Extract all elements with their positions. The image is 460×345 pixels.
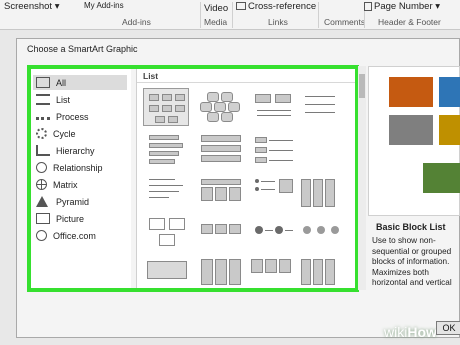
preview-block-orange: [389, 77, 433, 107]
watermark-text: wikiHow: [384, 324, 437, 340]
preview-block-gray: [389, 115, 433, 145]
dialog-title: Choose a SmartArt Graphic: [27, 44, 138, 54]
header-footer-group-label: Header & Footer: [378, 17, 441, 27]
preview-panel: [368, 66, 460, 216]
links-group-label: Links: [268, 17, 288, 27]
cross-reference-button[interactable]: Cross-reference: [236, 1, 316, 12]
cross-reference-icon: [236, 2, 246, 11]
ribbon-separator: [200, 2, 201, 28]
scrollbar-thumb[interactable]: [359, 74, 365, 98]
comments-group-label: Comments: [324, 17, 366, 27]
media-group-label: Media: [204, 17, 228, 27]
ribbon-separator: [232, 2, 233, 28]
ribbon-separator: [318, 2, 319, 28]
preview-title: Basic Block List: [376, 222, 446, 232]
highlight-frame: [27, 65, 359, 292]
preview-description: Use to show non-sequential or grouped bl…: [372, 236, 452, 287]
my-addins-button[interactable]: My Add-ins: [84, 1, 124, 10]
screenshot-button[interactable]: Screenshot ▾: [4, 1, 59, 12]
ribbon: Screenshot ▾ My Add-ins Add-ins Video Me…: [0, 0, 460, 30]
preview-block-green: [423, 163, 460, 193]
page-number-icon: [364, 1, 372, 11]
preview-block-blue: [439, 77, 460, 107]
online-video-button[interactable]: Video: [204, 3, 228, 14]
ok-button[interactable]: OK: [436, 321, 460, 335]
gallery-scrollbar[interactable]: [358, 66, 366, 290]
preview-block-gold: [439, 115, 460, 145]
page-number-button[interactable]: Page Number ▾: [364, 1, 440, 12]
addins-group-label: Add-ins: [122, 17, 151, 27]
